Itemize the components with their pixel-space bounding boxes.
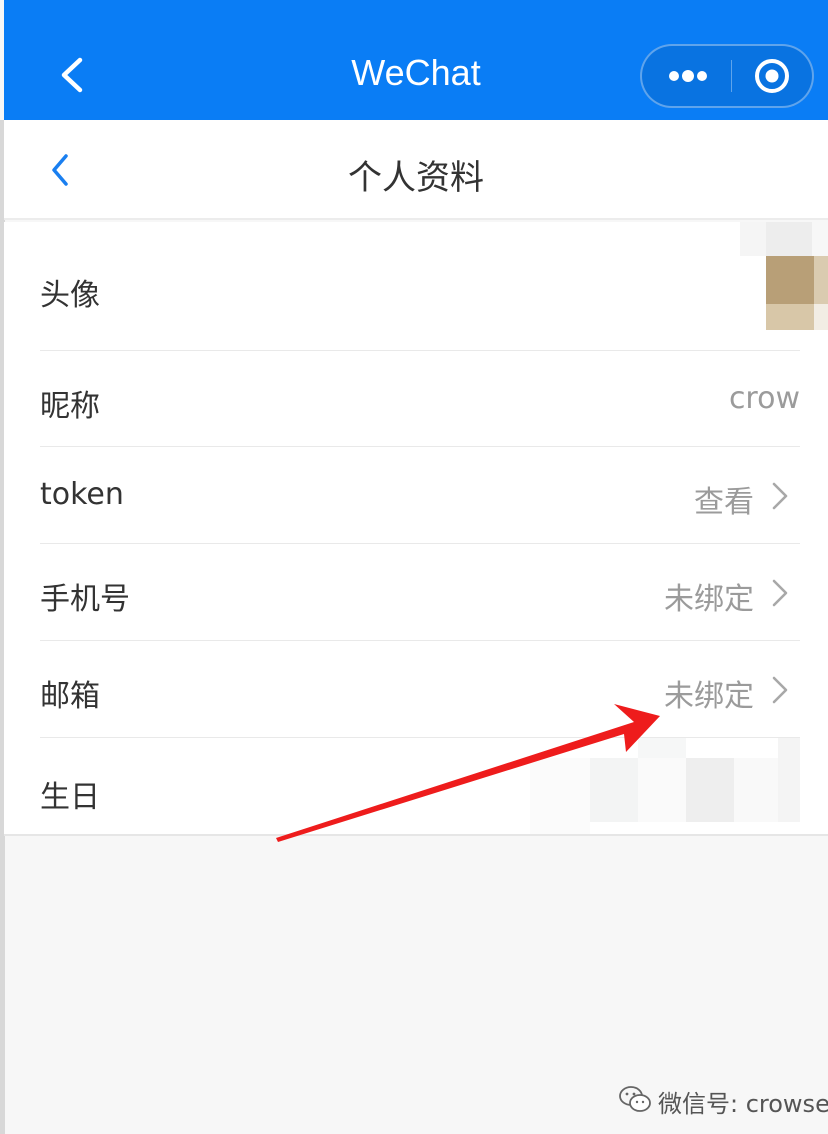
phone-row[interactable]: 手机号 未绑定	[40, 544, 800, 640]
phone-status-value: 未绑定	[664, 582, 754, 617]
capsule-menu	[640, 44, 814, 108]
chevron-right-icon	[772, 579, 788, 607]
token-row[interactable]: token 查看	[40, 447, 800, 543]
row-label: 昵称	[40, 389, 100, 424]
nav-back-button[interactable]	[48, 50, 98, 100]
birthday-row[interactable]: 生日	[40, 738, 800, 834]
token-view-value: 查看	[694, 485, 754, 520]
wechat-nav-bar: WeChat	[4, 0, 828, 120]
wechat-logo-icon	[619, 1086, 651, 1112]
chevron-left-icon	[61, 57, 83, 93]
row-label: 生日	[40, 780, 100, 815]
nickname-value: crow	[728, 381, 800, 416]
watermark: 微信号: crowsec	[618, 1082, 828, 1118]
email-status-value: 未绑定	[664, 679, 754, 714]
page-header: 个人资料	[4, 120, 828, 220]
close-miniprogram-button[interactable]	[732, 46, 814, 106]
page-title: 个人资料	[348, 158, 484, 198]
avatar[interactable]	[740, 222, 828, 330]
watermark-text: 微信号: crowsec	[658, 1090, 828, 1118]
row-label: 头像	[40, 278, 100, 313]
row-label: 手机号	[40, 582, 130, 617]
row-label: 邮箱	[40, 679, 100, 714]
chevron-right-icon	[772, 482, 788, 510]
profile-list: 头像 昵称 crow token 查看 手机号 未绑定 邮箱 未绑定 生日	[4, 222, 828, 836]
row-label: token	[40, 477, 124, 512]
target-circle-icon	[755, 59, 789, 93]
avatar-row[interactable]: 头像	[40, 222, 828, 350]
email-row[interactable]: 邮箱 未绑定	[40, 641, 800, 737]
more-dots-icon	[669, 70, 707, 82]
chevron-right-icon	[772, 676, 788, 704]
nickname-row[interactable]: 昵称 crow	[40, 351, 800, 447]
more-button[interactable]	[642, 46, 732, 106]
